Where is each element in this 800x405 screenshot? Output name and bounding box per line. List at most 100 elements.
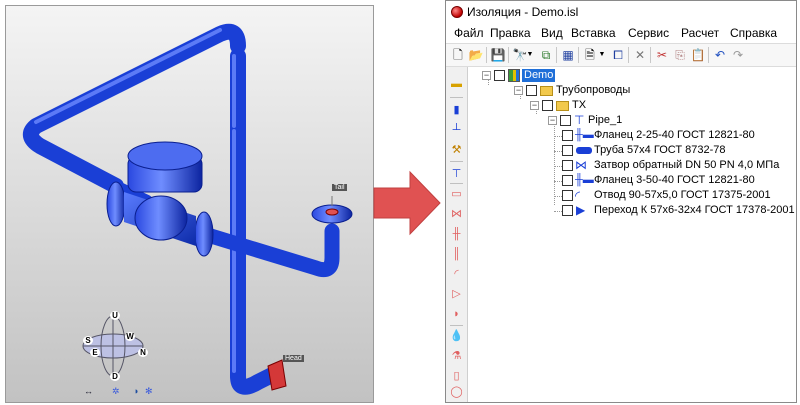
node-checkbox[interactable] bbox=[562, 190, 573, 201]
collapse-toggle[interactable]: − bbox=[514, 86, 523, 95]
elbow-icon[interactable]: ◜ bbox=[449, 267, 464, 281]
node-checkbox[interactable] bbox=[562, 205, 573, 216]
reducer-icon[interactable]: ▷ bbox=[449, 287, 464, 301]
globe-icon[interactable]: ◑ bbox=[133, 386, 138, 396]
node-checkbox[interactable] bbox=[494, 70, 505, 81]
menu-edit[interactable]: Правка bbox=[490, 26, 531, 40]
node-checkbox[interactable] bbox=[562, 175, 573, 186]
node-label: Pipe_1 bbox=[588, 114, 623, 126]
folder-icon bbox=[556, 101, 569, 111]
tree-node-root[interactable]: − Demo bbox=[482, 69, 602, 83]
cut-icon[interactable]: ✂ bbox=[654, 47, 670, 63]
node-checkbox[interactable] bbox=[560, 115, 571, 126]
menu-file[interactable]: Файл bbox=[454, 26, 484, 40]
valve-icon: ⋈ bbox=[575, 158, 587, 172]
tree-node-item[interactable]: ╫▬ Фланец 3-50-40 ГОСТ 12821-80 bbox=[554, 174, 794, 188]
app-window: Изоляция - Demo.isl Файл Правка Вид Вста… bbox=[445, 0, 797, 403]
node-checkbox[interactable] bbox=[562, 160, 573, 171]
new-file-icon[interactable]: 🗋 bbox=[450, 47, 466, 63]
flask-icon[interactable]: ⚗ bbox=[449, 349, 464, 363]
title-bar: Изоляция - Demo.isl bbox=[446, 1, 796, 23]
compass-label-s: S bbox=[83, 336, 93, 345]
collapse-toggle[interactable]: − bbox=[482, 71, 491, 80]
transition-arrow-icon bbox=[373, 170, 441, 236]
save-icon[interactable]: 💾 bbox=[490, 47, 506, 63]
node-checkbox[interactable] bbox=[562, 130, 573, 141]
copy-icon[interactable]: ⎘ bbox=[672, 47, 688, 63]
folder-icon[interactable]: ▬ bbox=[449, 77, 464, 91]
node-label: Отвод 90-57х5,0 ГОСТ 17375-2001 bbox=[594, 189, 771, 201]
window-title: Изоляция - Demo.isl bbox=[467, 5, 579, 19]
node-checkbox[interactable] bbox=[562, 145, 573, 156]
menu-service[interactable]: Сервис bbox=[628, 26, 669, 40]
test-tube-icon[interactable]: ▯ bbox=[449, 369, 464, 383]
node-checkbox[interactable] bbox=[542, 100, 553, 111]
menu-help[interactable]: Справка bbox=[730, 26, 777, 40]
delete-icon[interactable]: ✕ bbox=[632, 47, 648, 63]
tree-node-pipe-1[interactable]: − ⊤ Pipe_1 bbox=[548, 114, 648, 128]
elbow-icon: ◜ bbox=[575, 188, 581, 203]
folder-icon bbox=[540, 86, 553, 96]
dropdown-arrow-icon[interactable]: ▼ bbox=[598, 47, 606, 63]
menu-bar: Файл Правка Вид Вставка Сервис Расчет Сп… bbox=[446, 23, 796, 43]
copy-object-icon[interactable]: ⧠ bbox=[610, 47, 626, 63]
component-palette: ▬ ▮ ┴ ⚒ ⊤ ▭ ⋈ ╫ ║ ◜ ▷ ◗ 💧 ⚗ ▯ ◯ bbox=[446, 67, 468, 402]
orientation-compass bbox=[82, 315, 144, 377]
compass-label-n: N bbox=[138, 348, 148, 357]
equipment-icon[interactable]: ▮ bbox=[449, 103, 464, 117]
multi-flange-icon[interactable]: ║ bbox=[449, 247, 464, 261]
support-icon[interactable]: ┴ bbox=[449, 123, 464, 137]
node-label: Фланец 2-25-40 ГОСТ 12821-80 bbox=[594, 129, 755, 141]
tree-node-tx[interactable]: − TX bbox=[530, 99, 630, 113]
reducer-icon: ▶ bbox=[576, 203, 586, 217]
undo-icon[interactable]: ↶ bbox=[712, 47, 728, 63]
tree-node-pipelines[interactable]: − Трубопроводы bbox=[514, 84, 714, 98]
valve-icon[interactable]: ⋈ bbox=[449, 207, 464, 221]
properties-icon[interactable]: ⧉ bbox=[538, 47, 554, 63]
droplet-icon[interactable]: 💧 bbox=[449, 329, 464, 343]
tree-node-item[interactable]: ╫▬ Фланец 2-25-40 ГОСТ 12821-80 bbox=[554, 129, 794, 143]
calendar-icon[interactable]: ▦ bbox=[560, 47, 576, 63]
compass-label-w: W bbox=[125, 332, 135, 341]
flange-icon[interactable]: ╫ bbox=[449, 227, 464, 241]
node-checkbox[interactable] bbox=[526, 85, 537, 96]
flange-left bbox=[106, 181, 126, 227]
collapse-toggle[interactable]: − bbox=[548, 116, 557, 125]
collapse-toggle[interactable]: − bbox=[530, 101, 539, 110]
paste-icon[interactable]: 📋 bbox=[690, 47, 706, 63]
toolbar: 🗋 📂 💾 🔭 ▼ ⧉ ▦ 🗎 ▼ ⧠ ✕ ✂ ⎘ 📋 ↶ ↷ bbox=[446, 43, 796, 67]
node-label: Трубопроводы bbox=[556, 84, 631, 96]
pipe-icon[interactable]: ▭ bbox=[449, 187, 464, 201]
cap-icon[interactable]: ◗ bbox=[449, 307, 464, 321]
menu-insert[interactable]: Вставка bbox=[571, 26, 616, 40]
arrow-left-right-icon[interactable]: ↔ bbox=[84, 386, 93, 396]
node-label: TX bbox=[572, 99, 587, 111]
pipeline-icon[interactable]: ⊤ bbox=[449, 167, 464, 181]
dropdown-arrow-icon[interactable]: ▼ bbox=[526, 47, 534, 63]
open-folder-icon[interactable]: 📂 bbox=[468, 47, 484, 63]
tree-node-item[interactable]: ⋈ Затвор обратный DN 50 PN 4,0 МПа bbox=[554, 159, 794, 173]
orbit-icon[interactable]: ✲ bbox=[112, 386, 120, 396]
project-icon bbox=[508, 69, 520, 82]
flange-icon: ╫▬ bbox=[575, 174, 594, 186]
3d-viewport[interactable]: Tail Head U E S N W D ↔ ✲ ◑ ✻ bbox=[5, 5, 374, 403]
wrench-icon[interactable]: ⚒ bbox=[449, 143, 464, 157]
settings-icon[interactable]: ✻ bbox=[145, 386, 153, 396]
node-label: Труба 57х4 ГОСТ 8732-78 bbox=[594, 144, 726, 156]
tree-node-item[interactable]: ◜ Отвод 90-57х5,0 ГОСТ 17375-2001 bbox=[554, 189, 794, 203]
compass-label-e: E bbox=[90, 348, 100, 357]
compass-label-d: D bbox=[110, 372, 120, 381]
head-label: Head bbox=[283, 355, 304, 362]
project-tree[interactable]: − Demo − Трубопроводы − TX − ⊤ Pipe_1 ╫▬… bbox=[468, 67, 796, 402]
flange-icon: ╫▬ bbox=[575, 129, 594, 141]
tree-node-item[interactable]: Труба 57х4 ГОСТ 8732-78 bbox=[554, 144, 794, 158]
node-label: Затвор обратный DN 50 PN 4,0 МПа bbox=[594, 159, 780, 171]
ring-icon[interactable]: ◯ bbox=[449, 385, 464, 399]
app-icon bbox=[451, 6, 463, 18]
redo-icon[interactable]: ↷ bbox=[730, 47, 746, 63]
pipe-model bbox=[22, 23, 353, 395]
tree-node-item[interactable]: ▶ Переход К 57х6-32х4 ГОСТ 17378-2001 bbox=[554, 203, 795, 218]
menu-calculation[interactable]: Расчет bbox=[681, 26, 719, 40]
menu-view[interactable]: Вид bbox=[541, 26, 563, 40]
document-icon[interactable]: 🗎 bbox=[582, 47, 598, 63]
